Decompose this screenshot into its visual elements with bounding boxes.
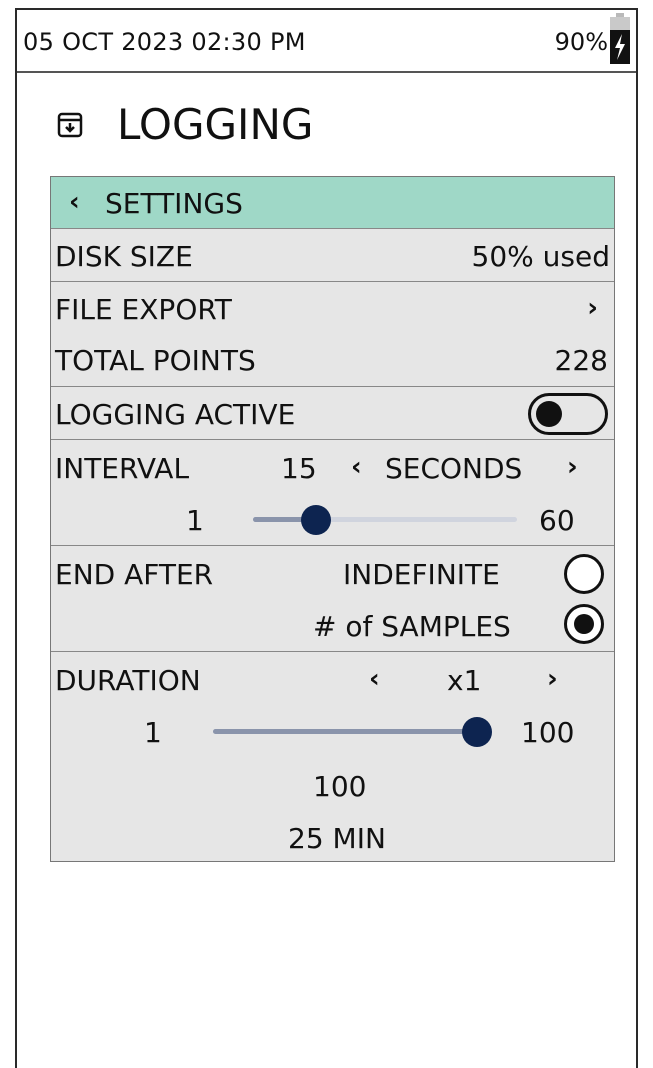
interval-unit-prev-icon[interactable]: ‹: [351, 452, 362, 482]
chevron-right-icon: ›: [587, 293, 598, 323]
end-samples-label: # of SAMPLES: [313, 610, 511, 643]
status-datetime: 05 OCT 2023 02:30 PM: [23, 28, 306, 56]
interval-slider-thumb[interactable]: [300, 505, 331, 535]
duration-samples-value: 100: [313, 770, 367, 803]
interval-label: INTERVAL: [55, 452, 190, 485]
duration-max-label: 100: [521, 716, 575, 749]
total-points-value: 228: [554, 344, 608, 377]
settings-header-label: SETTINGS: [105, 187, 243, 220]
duration-slider-fill: [213, 729, 477, 734]
logging-active-row: LOGGING ACTIVE: [51, 387, 614, 440]
end-after-label: END AFTER: [55, 558, 214, 591]
disk-size-value: 50% used: [471, 240, 610, 273]
archive-download-icon: [57, 112, 83, 138]
battery-charging-icon: [610, 13, 630, 64]
duration-multiplier: x1: [447, 664, 482, 697]
duration-label: DURATION: [55, 664, 201, 697]
battery-percent: 90%: [554, 28, 608, 56]
logging-active-label: LOGGING ACTIVE: [55, 398, 296, 431]
chevron-left-icon: ‹: [69, 187, 80, 217]
file-export-row[interactable]: FILE EXPORT ›: [51, 282, 614, 335]
interval-min-label: 1: [186, 504, 204, 537]
file-export-label: FILE EXPORT: [55, 293, 232, 326]
settings-panel: ‹ SETTINGS DISK SIZE 50% used FILE EXPOR…: [50, 176, 615, 862]
duration-row: DURATION ‹ x1 › 1 100 100 25 MIN: [51, 652, 614, 863]
page-title: LOGGING: [117, 100, 314, 149]
disk-size-label: DISK SIZE: [55, 240, 193, 273]
interval-unit: SECONDS: [385, 452, 523, 485]
logging-active-toggle[interactable]: [528, 393, 608, 435]
status-bar: 05 OCT 2023 02:30 PM 90%: [17, 10, 636, 73]
settings-back-button[interactable]: ‹ SETTINGS: [51, 177, 614, 229]
end-indefinite-label: INDEFINITE: [343, 558, 500, 591]
interval-value: 15: [281, 452, 317, 485]
duration-slider-thumb[interactable]: [462, 717, 492, 747]
total-points-row: TOTAL POINTS 228: [51, 335, 614, 387]
duration-next-icon[interactable]: ›: [547, 664, 558, 694]
duration-prev-icon[interactable]: ‹: [369, 664, 380, 694]
interval-unit-next-icon[interactable]: ›: [567, 452, 578, 482]
toggle-knob: [536, 401, 562, 427]
radio-selected-dot: [574, 614, 594, 634]
disk-size-row: DISK SIZE 50% used: [51, 229, 614, 282]
end-after-row: END AFTER INDEFINITE # of SAMPLES: [51, 546, 614, 652]
interval-max-label: 60: [539, 504, 575, 537]
end-indefinite-radio[interactable]: [564, 554, 604, 594]
total-points-label: TOTAL POINTS: [55, 344, 256, 377]
end-samples-radio[interactable]: [564, 604, 604, 644]
duration-time-value: 25 MIN: [288, 822, 386, 855]
duration-min-label: 1: [144, 716, 162, 749]
interval-row: INTERVAL 15 ‹ SECONDS › 1 60: [51, 440, 614, 546]
device-screen: 05 OCT 2023 02:30 PM 90% LOGGING ‹ SETTI…: [15, 8, 638, 1068]
